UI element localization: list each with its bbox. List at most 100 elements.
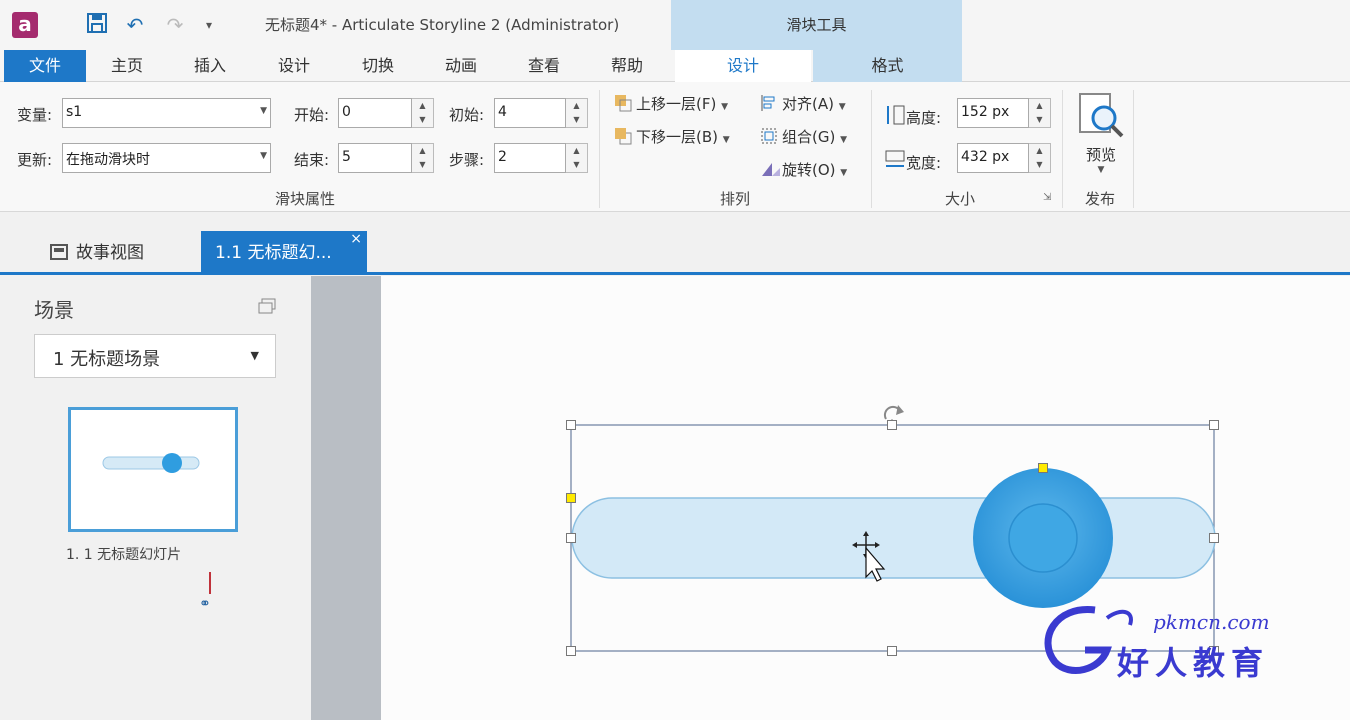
width-spinner[interactable]: ▲ ▼ [1029,143,1051,173]
publish-group-label: 发布 [1084,190,1115,208]
initial-label: 初始: [449,106,485,124]
document-tabs: 故事视图 1.1 无标题幻... × [0,213,1350,275]
step-input[interactable]: 2 [494,143,566,173]
height-input[interactable]: 152 px [957,98,1029,128]
arrange-group-label: 排列 [719,190,750,208]
slide-tab-label: 1.1 无标题幻... [215,243,332,263]
group-icon [760,127,778,145]
save-icon[interactable] [84,12,110,38]
start-input[interactable]: 0 [338,98,412,128]
group-button[interactable]: 组合(G) ▼ [760,126,847,147]
slider-thumb-inner [1008,503,1078,573]
resize-handle-top-right[interactable] [1209,420,1219,430]
chevron-down-icon: ▼ [840,168,848,178]
adjust-handle-left[interactable] [566,493,576,503]
size-group-label: 大小 [944,190,975,208]
ribbon: 变量: s1 ▼ 更新: 在拖动滑块时 ▼ 开始: 0 ▲ ▼ 结束: 5 ▲ ▼ … [0,82,1350,212]
align-button[interactable]: 对齐(A) ▼ [760,93,846,114]
width-label: 宽度: [906,154,942,172]
restore-panel-icon[interactable] [258,298,276,314]
canvas-gutter [311,276,381,720]
send-backward-icon [614,127,632,145]
end-spinner[interactable]: ▲ ▼ [412,143,434,173]
story-view-label: 故事视图 [76,243,144,263]
height-row: 高度: [884,104,941,128]
size-dialog-launcher-icon[interactable]: ⇲ [1043,192,1051,203]
slide-caption: 1. 1 无标题幻灯片 [66,547,182,563]
step-spinner[interactable]: ▲ ▼ [566,143,588,173]
initial-spinner[interactable]: ▲ ▼ [566,98,588,128]
quick-access-dropdown-icon[interactable]: ▾ [196,12,222,38]
tab-view[interactable]: 查看 [502,50,586,82]
initial-input[interactable]: 4 [494,98,566,128]
chevron-down-icon: ▼ [721,102,729,112]
undo-icon[interactable]: ↶ [122,12,148,38]
height-icon [884,104,905,125]
tab-slide-1-1[interactable]: 1.1 无标题幻... × [201,231,367,275]
scene-dropdown[interactable]: 1 无标题场景 ▼ [34,334,276,378]
send-backward-button[interactable]: 下移一层(B) ▼ [614,126,730,147]
ribbon-separator [871,90,872,208]
resize-handle-bottom-left[interactable] [566,646,576,656]
preview-label: 预览 [1085,146,1116,164]
height-label: 高度: [906,109,942,127]
variable-value: s1 [66,104,83,120]
tab-design[interactable]: 设计 [252,50,336,82]
tab-insert[interactable]: 插入 [168,50,252,82]
scenes-panel: 场景 1 无标题场景 ▼ 1. 1 无标题幻灯片 ⚭ [0,276,311,720]
start-spinner[interactable]: ▲ ▼ [412,98,434,128]
chevron-down-icon: ▼ [260,106,267,116]
resize-handle-top-left[interactable] [566,420,576,430]
adjust-handle-thumb[interactable] [1038,463,1048,473]
bring-forward-icon [614,94,632,112]
storyline-app-icon[interactable]: a [12,12,38,38]
slide-thumbnail[interactable] [68,407,238,532]
resize-handle-top[interactable] [887,420,897,430]
tab-home[interactable]: 主页 [86,50,168,82]
tab-story-view[interactable]: 故事视图 [36,231,196,275]
send-backward-label: 下移一层(B) [636,128,718,146]
bring-forward-button[interactable]: 上移一层(F) ▼ [614,93,728,114]
chevron-down-icon: ▼ [250,349,259,362]
width-icon [884,149,905,167]
resize-handle-right[interactable] [1209,533,1219,543]
ribbon-tab-row: 文件 主页 插入 设计 切换 动画 查看 帮助 设计 格式 [0,50,1350,82]
scenes-title: 场景 [34,298,74,322]
tab-file[interactable]: 文件 [4,50,86,82]
chevron-down-icon: ▼ [722,135,730,145]
context-tool-header: 滑块工具 [671,0,962,50]
context-tool-label: 滑块工具 [786,16,847,34]
height-spinner[interactable]: ▲ ▼ [1029,98,1051,128]
preview-magnifier-icon [1079,93,1124,138]
tab-slider-format[interactable]: 格式 [813,50,962,82]
width-input[interactable]: 432 px [957,143,1029,173]
align-label: 对齐(A) [782,95,834,113]
scene-selected-label: 1 无标题场景 [53,349,161,370]
slide-thumbnail-preview [102,453,200,473]
resize-handle-bottom[interactable] [887,646,897,656]
watermark-url: pkmcn.com [1153,610,1270,634]
link-icon[interactable]: ⚭ [199,596,211,612]
preview-button[interactable]: 预览 ▼ [1074,90,1128,182]
tab-transitions[interactable]: 切换 [336,50,420,82]
slider-properties-group-label: 滑块属性 [274,190,335,208]
resize-handle-left[interactable] [566,533,576,543]
tab-animations[interactable]: 动画 [420,50,502,82]
update-dropdown[interactable]: 在拖动滑块时 ▼ [62,143,271,173]
rotate-label: 旋转(O) [782,161,836,179]
close-icon[interactable]: × [350,217,362,261]
chevron-down-icon: ▼ [838,102,846,112]
tab-help[interactable]: 帮助 [586,50,668,82]
story-view-icon [50,244,68,260]
step-label: 步骤: [449,151,485,169]
group-label: 组合(G) [782,128,836,146]
tab-slider-design[interactable]: 设计 [675,50,811,82]
variable-dropdown[interactable]: s1 ▼ [62,98,271,128]
slider-track[interactable] [571,497,1216,579]
ribbon-separator [599,90,600,208]
align-icon [760,94,778,112]
rotate-button[interactable]: 旋转(O) ▼ [760,159,847,180]
chevron-down-icon: ▼ [260,151,267,161]
redo-icon[interactable]: ↷ [162,12,188,38]
end-input[interactable]: 5 [338,143,412,173]
